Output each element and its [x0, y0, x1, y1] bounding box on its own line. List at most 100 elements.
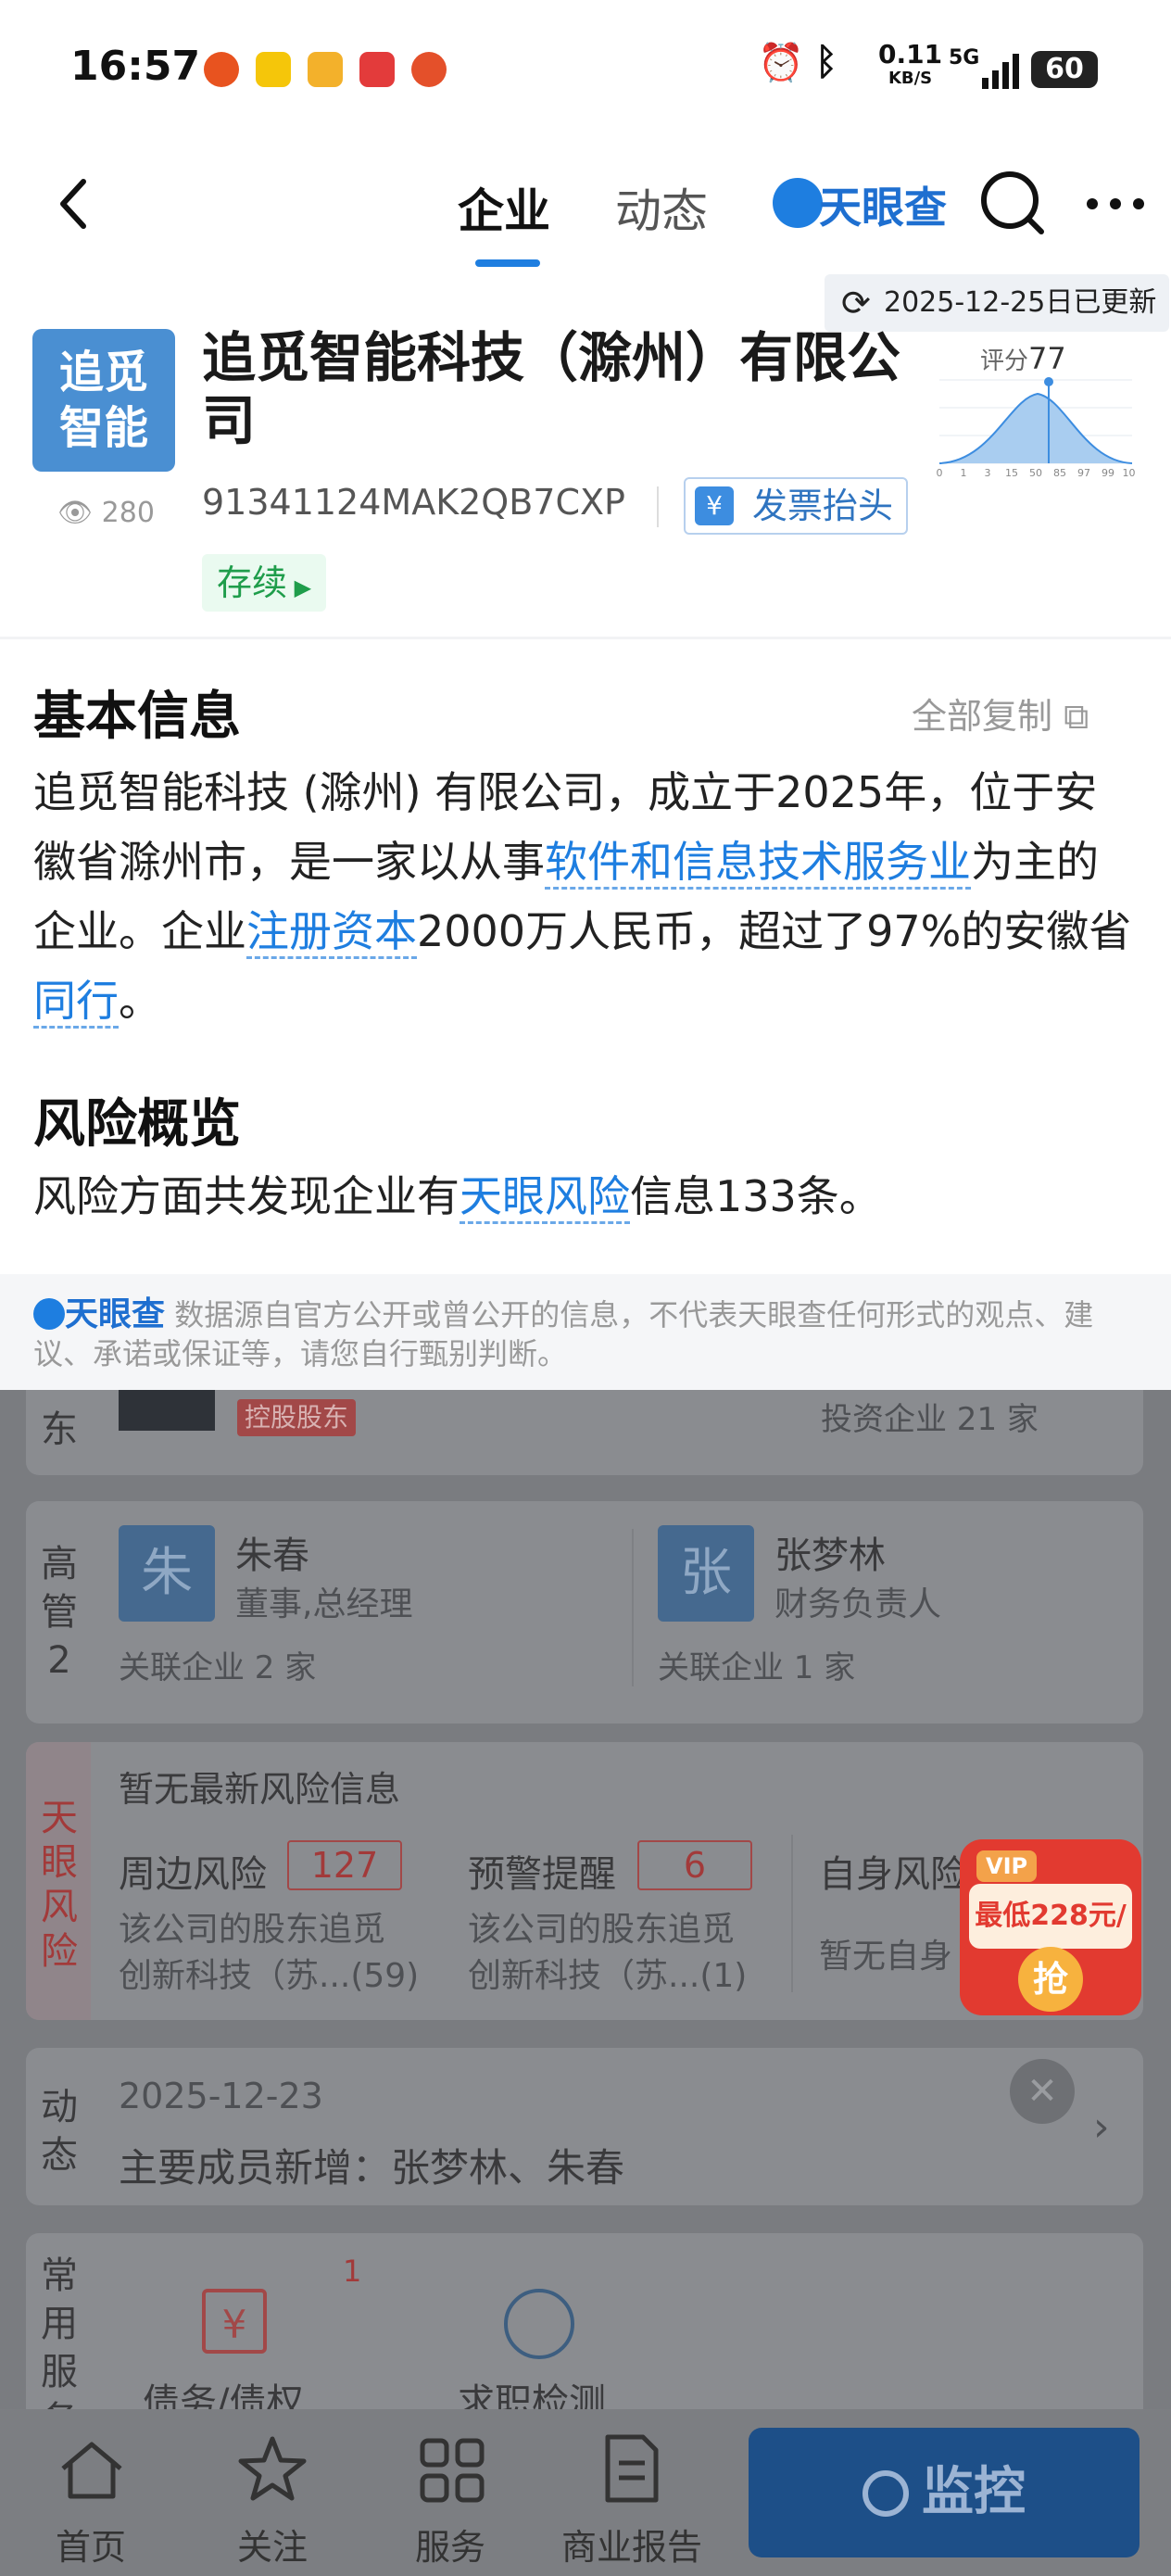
view-count: 👁 280	[57, 497, 155, 529]
status-badge[interactable]: 存续 ▶	[202, 554, 327, 612]
risk-item-title[interactable]: 自身风险	[819, 1844, 967, 1898]
eye-icon: 👁	[57, 497, 94, 529]
invoice-button[interactable]: ¥ 发票抬头	[684, 477, 909, 535]
industry-link[interactable]: 软件和信息技术服务业	[545, 837, 971, 890]
copy-all-label: 全部复制	[912, 696, 1053, 737]
debt-icon[interactable]: ¥	[202, 2289, 267, 2354]
latest-risk-text: 暂无最新风险信息	[119, 1769, 401, 1810]
divider	[791, 1835, 793, 1992]
controlling-shareholder-badge: 控股股东	[237, 1399, 357, 1436]
dynamics-side-label: 动态	[41, 2086, 78, 2177]
risk-item-desc: 该公司的股东追觅 创新科技（苏...(59)	[119, 1911, 420, 1995]
credit-code[interactable]: 91341124MAK2QB7CXP	[202, 482, 625, 523]
score-tick-label: 50	[1029, 467, 1042, 479]
refresh-icon: ⟳	[841, 283, 871, 323]
executive-name[interactable]: 张梦林	[774, 1525, 886, 1579]
brand-name: 天眼查	[819, 183, 947, 233]
view-count-value: 280	[101, 497, 155, 529]
update-text: 2025-12-25日已更新	[884, 286, 1157, 319]
logo-line1: 追觅	[58, 347, 148, 398]
dynamics-date: 2025-12-23	[119, 2076, 323, 2116]
tianyan-risk-link[interactable]: 天眼风险	[460, 1171, 630, 1224]
update-badge[interactable]: ⟳ 2025-12-25日已更新	[825, 274, 1170, 332]
risk-overview-text: 风险方面共发现企业有天眼风险信息133条。	[33, 1162, 1136, 1231]
shareholder-side-label: 东	[41, 1408, 78, 1451]
app-notification-icon	[359, 52, 395, 87]
executive-related[interactable]: 关联企业 1 家	[658, 1642, 855, 1687]
divider	[657, 486, 659, 527]
net-speed: 0.11 KB/S	[878, 39, 943, 89]
score-tick-label: 97	[1077, 467, 1090, 479]
nav-business-report[interactable]: 商业报告	[561, 2519, 702, 2570]
risk-item-title[interactable]: 周边风险	[119, 1844, 267, 1898]
avatar[interactable]: 张	[658, 1525, 754, 1622]
bluetooth-icon: ᛒ	[815, 41, 837, 83]
search-icon[interactable]	[978, 169, 1047, 241]
report-icon[interactable]	[602, 2433, 661, 2507]
vip-badge: VIP	[976, 1850, 1038, 1882]
tianyancha-logo-icon	[33, 1298, 65, 1330]
status-bar: 16:57 ⏰ ᛒ 0.11 KB/S 5G 60	[0, 0, 1171, 139]
dynamics-text: 主要成员新增：张梦林、朱春	[119, 2145, 625, 2191]
grid-icon[interactable]	[419, 2437, 485, 2507]
executive-name[interactable]: 朱春	[235, 1525, 309, 1579]
executive-title: 董事,总经理	[235, 1585, 413, 1623]
registered-capital-link[interactable]: 注册资本	[246, 906, 417, 959]
top-nav: 企业 动态 天眼查	[0, 139, 1171, 272]
divider	[632, 1529, 634, 1686]
grab-button[interactable]: 抢	[1018, 1947, 1083, 2012]
home-icon[interactable]	[57, 2437, 126, 2506]
monitor-icon	[863, 2470, 909, 2517]
network-type: 5G	[949, 46, 980, 69]
score-tick-label: 99	[1102, 467, 1114, 479]
monitor-button[interactable]: 监控	[749, 2428, 1140, 2557]
app-notification-icon	[204, 52, 239, 87]
star-icon[interactable]	[237, 2435, 308, 2506]
tab-dynamics[interactable]: 动态	[615, 174, 708, 241]
score-tick-label: 100	[1123, 467, 1137, 479]
chevron-right-icon: ▶	[287, 575, 312, 600]
more-icon[interactable]	[1086, 196, 1145, 214]
invoice-label: 发票抬头	[752, 486, 894, 526]
promo-price: 最低228元/年	[969, 1884, 1132, 1997]
app-notification-icon	[256, 52, 291, 87]
risk-item-desc: 该公司的股东追觅 创新科技（苏...(1)	[468, 1911, 748, 1995]
tab-enterprise[interactable]: 企业	[458, 174, 550, 241]
brand-mark: 天眼查	[33, 1295, 165, 1333]
disclaimer-text: 天眼查 数据源自官方公开或曾公开的信息，不代表天眼查任何形式的观点、建议、承诺或…	[33, 1295, 1094, 1371]
invest-count: 投资企业 21 家	[821, 1401, 1039, 1438]
score-tick-label: 1	[961, 467, 967, 479]
basic-info-text: 追觅智能科技 (滁州) 有限公司，成立于2025年，位于安徽省滁州市，是一家以从…	[33, 758, 1136, 1036]
app-notification-icon	[411, 52, 447, 87]
chevron-right-icon[interactable]: ›	[1093, 2103, 1110, 2151]
nav-services[interactable]: 服务	[415, 2519, 485, 2570]
risk-item-desc: 暂无自身	[819, 1938, 953, 1976]
copy-icon: ⧉	[1064, 696, 1089, 737]
shareholder-logo	[119, 1390, 215, 1431]
nav-home[interactable]: 首页	[56, 2519, 126, 2570]
risk-overview-title: 风险概览	[33, 1094, 241, 1155]
close-icon[interactable]: ✕	[1010, 2059, 1075, 2124]
service-badge: 1	[343, 2254, 362, 2289]
back-icon[interactable]	[56, 176, 93, 235]
vip-promo[interactable]: VIP 最低228元/年 抢	[960, 1839, 1141, 2015]
company-name: 追觅智能科技（滁州）有限公司	[202, 326, 901, 452]
status-time: 16:57	[70, 43, 201, 90]
nav-follow[interactable]: 关注	[237, 2519, 308, 2570]
battery-icon: 60	[1031, 51, 1098, 88]
monitor-label: 监控	[922, 2462, 1026, 2522]
executives-side-label: 高管2	[41, 1543, 78, 1682]
score-tick-label: 85	[1053, 467, 1066, 479]
copy-all-button[interactable]: 全部复制 ⧉	[912, 688, 1089, 739]
avatar[interactable]: 朱	[119, 1525, 215, 1622]
risk-side-label: 天眼风险	[41, 1797, 78, 1973]
score-distribution-chart[interactable]: 0 1 3 15 50 85 97 99 100	[936, 371, 1136, 480]
risk-item-title[interactable]: 预警提醒	[468, 1844, 616, 1898]
invoice-icon: ¥	[695, 486, 734, 525]
executive-related[interactable]: 关联企业 2 家	[119, 1642, 316, 1687]
score-tick-label: 15	[1005, 467, 1018, 479]
executive-title: 财务负责人	[774, 1585, 942, 1623]
peers-link[interactable]: 同行	[33, 976, 119, 1029]
basic-info-title: 基本信息	[33, 687, 241, 747]
job-check-icon[interactable]	[504, 2289, 574, 2359]
